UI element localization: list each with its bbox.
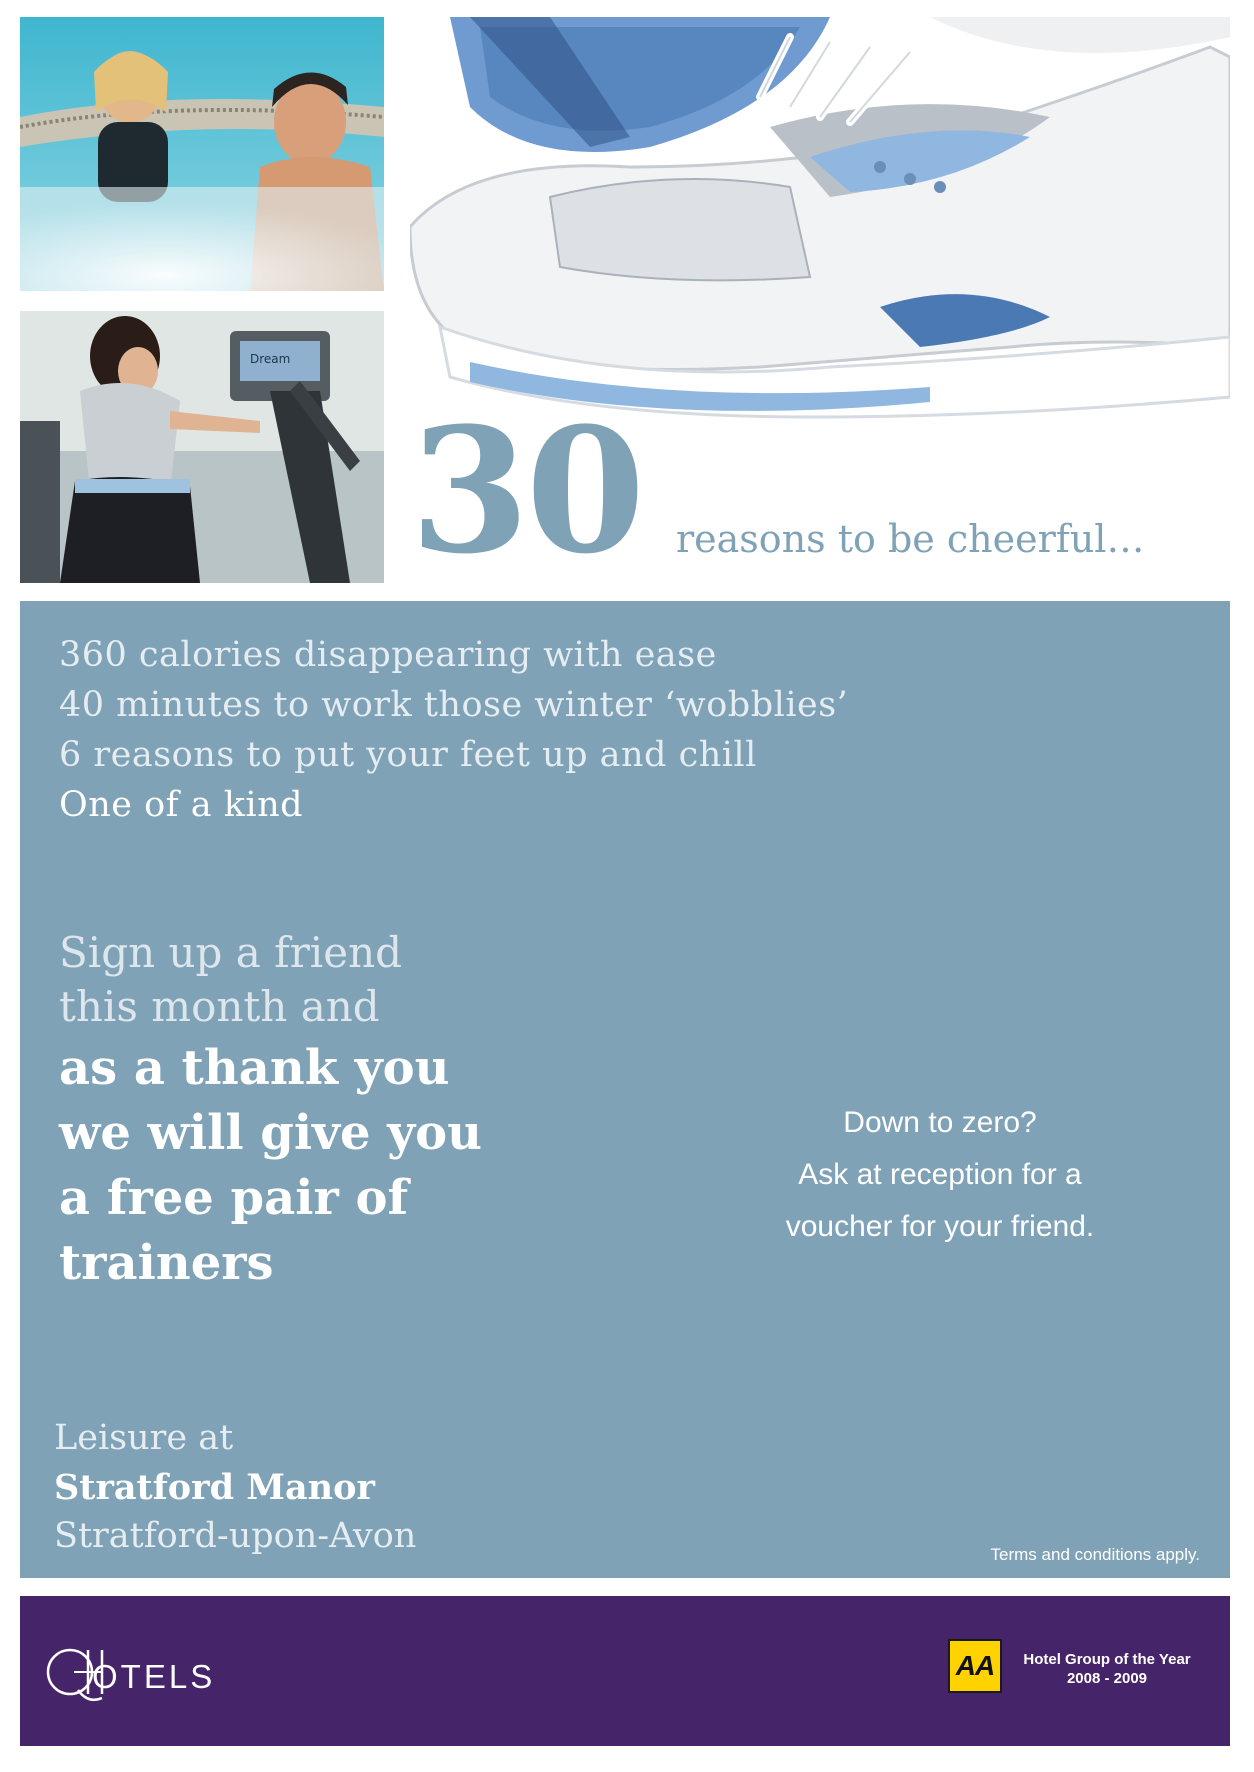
award-text: Hotel Group of the Year 2008 - 2009 bbox=[1012, 1650, 1202, 1688]
award-title: Hotel Group of the Year bbox=[1023, 1651, 1191, 1668]
brand-name: OTELS bbox=[92, 1658, 216, 1695]
reception-note: Down to zero? Ask at reception for a vou… bbox=[720, 1097, 1160, 1253]
offer-line: Sign up a friend bbox=[59, 928, 403, 977]
offer-line: trainers bbox=[59, 1235, 274, 1291]
footer-bar: OTELS AA Hotel Group of the Year 2008 - … bbox=[20, 1596, 1230, 1746]
venue-location: Stratford-upon-Avon bbox=[54, 1516, 417, 1556]
venue-line: Leisure at bbox=[54, 1418, 234, 1458]
offer-line: this month and bbox=[59, 982, 380, 1031]
reason-line: 6 reasons to put your feet up and chill bbox=[59, 735, 757, 775]
big-number-30: 30 bbox=[410, 389, 645, 592]
offer-line: we will give you bbox=[59, 1105, 483, 1161]
reception-note-line: Down to zero? bbox=[843, 1106, 1037, 1139]
award-years: 2008 - 2009 bbox=[1066, 1670, 1148, 1687]
machine-screen-text: Dream bbox=[250, 352, 290, 366]
promo-panel: 360 calories disappearing with ease 40 m… bbox=[20, 601, 1230, 1578]
gym-photo: Dream bbox=[20, 311, 384, 583]
reception-note-line: voucher for your friend. bbox=[785, 1210, 1095, 1243]
tagline: reasons to be cheerful… bbox=[676, 517, 1145, 561]
reception-note-line: Ask at reception for a bbox=[798, 1158, 1082, 1191]
reason-line: 40 minutes to work those winter ‘wobblie… bbox=[59, 685, 849, 725]
venue-name: Stratford Manor bbox=[54, 1467, 375, 1508]
reason-line: One of a kind bbox=[59, 785, 304, 825]
terms-note: Terms and conditions apply. bbox=[990, 1545, 1200, 1564]
offer-line: a free pair of bbox=[59, 1170, 409, 1226]
hot-tub-photo bbox=[20, 17, 384, 291]
offer-line: as a thank you bbox=[59, 1040, 450, 1096]
reason-line: 360 calories disappearing with ease bbox=[59, 635, 717, 675]
aa-badge: AA bbox=[948, 1639, 1002, 1693]
